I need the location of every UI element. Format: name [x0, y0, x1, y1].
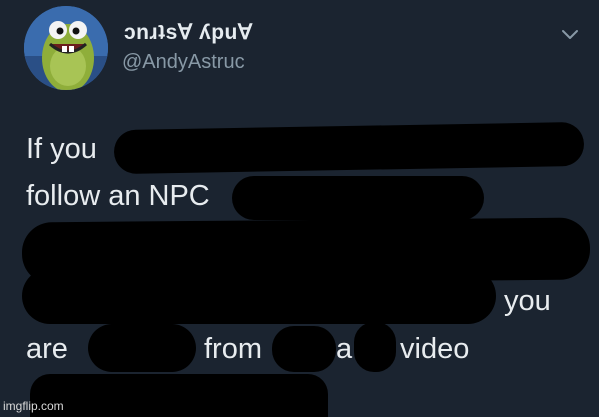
- user-handle[interactable]: @AndyAstruc: [122, 51, 245, 74]
- tweet-text-line-5-from: from: [204, 333, 262, 365]
- tweet-text-line-5-are: are: [26, 333, 68, 365]
- tweet-text-line-2: follow an NPC: [26, 180, 210, 212]
- redaction-mark: [30, 374, 328, 417]
- redaction-mark: [113, 121, 585, 175]
- display-name[interactable]: ɔnɹʇs∀ ʎpu∀: [124, 20, 253, 45]
- watermark: imgflip.com: [3, 399, 64, 413]
- redaction-mark: [21, 217, 591, 285]
- redaction-mark: [88, 324, 196, 372]
- tweet-card: ɔnɹʇs∀ ʎpu∀ @AndyAstruc If you follow an…: [0, 0, 599, 417]
- tweet-text-line-5-video: video: [400, 333, 470, 365]
- redaction-mark: [22, 268, 496, 324]
- avatar[interactable]: [24, 6, 108, 90]
- tweet-text-line-4: you: [504, 285, 551, 317]
- redaction-mark: [232, 176, 484, 220]
- tweet-text-line-5-a: a: [336, 333, 353, 365]
- redaction-mark: [354, 322, 396, 372]
- fish-avatar-icon: [24, 6, 108, 90]
- tweet-text-line-1: If you: [26, 133, 97, 165]
- redaction-mark: [272, 326, 336, 372]
- chevron-down-icon[interactable]: [558, 22, 582, 46]
